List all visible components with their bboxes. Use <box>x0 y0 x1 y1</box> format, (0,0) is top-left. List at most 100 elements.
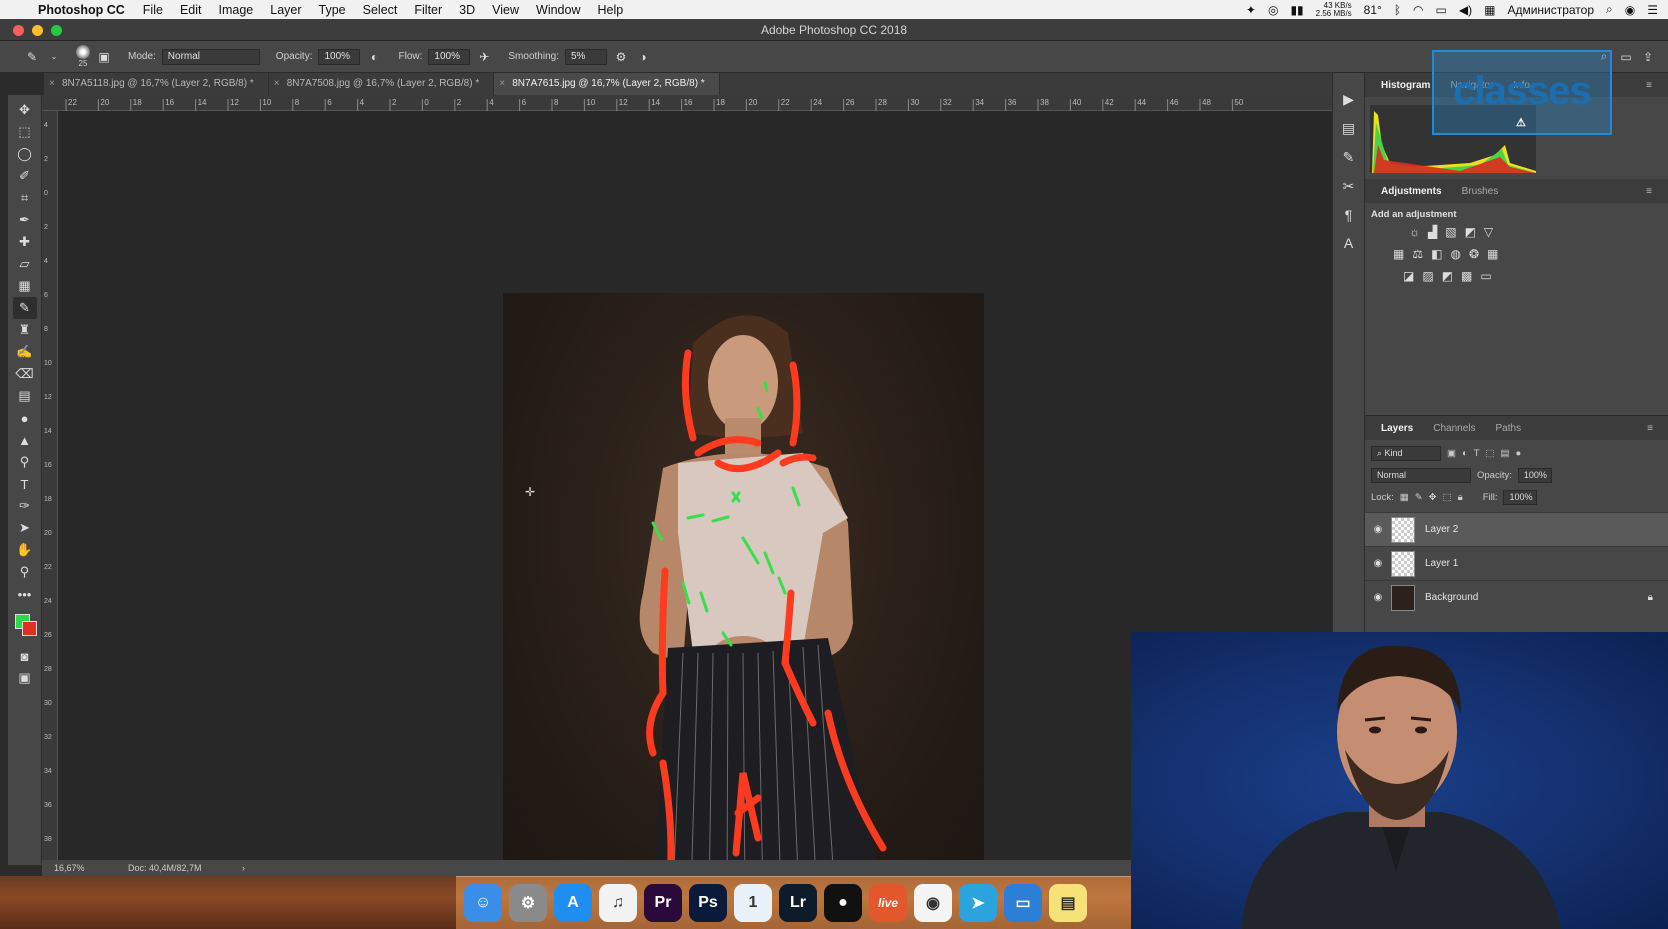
hand-tool-icon[interactable]: ✋ <box>13 539 37 561</box>
marquee-tool-icon[interactable]: ⬚ <box>13 121 37 143</box>
menu-file[interactable]: File <box>143 3 163 17</box>
more-tools-icon[interactable]: ••• <box>13 583 37 605</box>
bluetooth-icon[interactable]: ᛒ <box>1394 3 1401 17</box>
siri-icon[interactable]: ◉ <box>1625 3 1635 17</box>
layer-name[interactable]: Layer 2 <box>1425 524 1458 535</box>
lock-position-icon[interactable]: ✥ <box>1429 492 1437 503</box>
quick-mask-icon[interactable]: ◙ <box>13 645 37 667</box>
menu-3d[interactable]: 3D <box>459 3 475 17</box>
onepassword-icon[interactable]: 1 <box>734 884 772 922</box>
pressure-size-icon[interactable]: ◑ <box>635 49 651 65</box>
gradient-tool-icon[interactable]: ▤ <box>13 385 37 407</box>
move-tool-icon[interactable]: ✥ <box>13 99 37 121</box>
opacity-field[interactable]: 100% <box>318 48 361 65</box>
user-name[interactable]: Администратор <box>1507 3 1594 17</box>
levels-icon[interactable]: ▟ <box>1428 225 1437 239</box>
notification-center-icon[interactable]: ☰ <box>1647 3 1658 17</box>
lock-image-icon[interactable]: ✎ <box>1415 492 1423 503</box>
tab-channels[interactable]: Channels <box>1423 423 1485 434</box>
layer-name[interactable]: Background <box>1425 592 1478 603</box>
history-brush-tool-icon[interactable]: ✍ <box>13 341 37 363</box>
menu-app-name[interactable]: Photoshop CC <box>38 3 125 17</box>
tab-layers[interactable]: Layers <box>1371 423 1423 434</box>
tab-document-3[interactable]: × 8N7A7615.jpg @ 16,7% (Layer 2, RGB/8) * <box>494 73 720 95</box>
share-icon[interactable]: ⇪ <box>1640 49 1656 65</box>
gradient-map-icon[interactable]: ▭ <box>1480 269 1491 283</box>
eyedropper-tool-icon[interactable]: ✒ <box>13 209 37 231</box>
curves-icon[interactable]: ▧ <box>1445 225 1456 239</box>
screen-mode-icon[interactable]: ▣ <box>13 667 37 689</box>
battery-monitor-icon[interactable]: ▮▮ <box>1290 3 1303 17</box>
panel-menu-icon[interactable]: ≡ <box>1636 186 1662 197</box>
background-color-swatch[interactable] <box>21 621 37 636</box>
zoom-tool-icon[interactable]: ⚲ <box>13 561 37 583</box>
menu-image[interactable]: Image <box>219 3 254 17</box>
filter-smart-object-icon[interactable]: ▤ <box>1501 448 1510 459</box>
healing-brush-tool-icon[interactable]: ✚ <box>13 231 37 253</box>
channel-mixer-icon[interactable]: ❂ <box>1469 247 1479 261</box>
telegram-icon[interactable]: ➤ <box>959 884 997 922</box>
menu-layer[interactable]: Layer <box>270 3 301 17</box>
notes-icon[interactable]: ▤ <box>1049 884 1087 922</box>
visibility-eye-icon[interactable]: ◉ <box>1365 558 1391 569</box>
brush-settings-icon[interactable]: ▣ <box>96 49 112 65</box>
layer-row-background[interactable]: ◉ Background 🔒︎ <box>1365 580 1668 614</box>
airplay-icon[interactable]: ▭ <box>1436 3 1447 17</box>
close-tab-icon[interactable]: × <box>499 73 505 95</box>
layer-name[interactable]: Layer 1 <box>1425 558 1458 569</box>
filter-type-icon[interactable]: T <box>1474 448 1480 459</box>
layer-lock-icon[interactable]: 🔒︎ <box>1648 592 1653 603</box>
properties-icon[interactable]: ▤ <box>1342 120 1355 137</box>
menu-edit[interactable]: Edit <box>180 3 202 17</box>
itunes-icon[interactable]: ♫ <box>599 884 637 922</box>
close-tab-icon[interactable]: × <box>49 73 55 95</box>
layer-row-layer-2[interactable]: ◉ Layer 2 <box>1365 512 1668 546</box>
lightroom-icon[interactable]: Lr <box>779 884 817 922</box>
filter-shape-icon[interactable]: ⬚ <box>1486 448 1495 459</box>
menu-view[interactable]: View <box>492 3 519 17</box>
color-lookup-icon[interactable]: ▦ <box>1487 247 1498 261</box>
mode-select[interactable]: Normal <box>161 48 260 65</box>
paragraph-icon[interactable]: ¶ <box>1345 207 1353 223</box>
close-tab-icon[interactable]: × <box>274 73 280 95</box>
brush-settings-panel-icon[interactable]: ✎ <box>1343 149 1355 166</box>
black-white-icon[interactable]: ◧ <box>1431 247 1442 261</box>
pen-tool-icon[interactable]: ✑ <box>13 495 37 517</box>
photo-filter-icon[interactable]: ◍ <box>1450 247 1460 261</box>
blur-tool-icon[interactable]: ● <box>13 407 37 429</box>
sharpen-tool-icon[interactable]: ▲ <box>13 429 37 451</box>
panel-menu-icon[interactable]: ≡ <box>1637 423 1663 434</box>
chrome-icon[interactable]: ◉ <box>914 884 952 922</box>
doc-size[interactable]: Doc: 40,4M/82,7M <box>128 860 202 876</box>
filter-toggle-icon[interactable]: ● <box>1516 448 1522 459</box>
layer-kind-filter[interactable]: ⌕ Kind <box>1371 445 1441 461</box>
lock-artboard-icon[interactable]: ⬚ <box>1443 492 1452 503</box>
keynote-icon[interactable]: ▭ <box>1004 884 1042 922</box>
layer-opacity-field[interactable]: 100% <box>1517 467 1552 483</box>
finder-icon[interactable]: ☺ <box>464 884 502 922</box>
path-selection-tool-icon[interactable]: ➤ <box>13 517 37 539</box>
posterize-icon[interactable]: ▨ <box>1422 269 1433 283</box>
creative-cloud-icon[interactable]: ◎ <box>1268 3 1278 17</box>
blend-mode-select[interactable]: Normal <box>1371 467 1471 483</box>
visibility-eye-icon[interactable]: ◉ <box>1365 592 1391 603</box>
minimize-window-button[interactable] <box>32 25 43 36</box>
tab-paths[interactable]: Paths <box>1486 423 1532 434</box>
smoothing-field[interactable]: 5% <box>564 48 607 65</box>
app-store-icon[interactable]: A <box>554 884 592 922</box>
wifi-icon[interactable]: ◠ <box>1413 3 1423 17</box>
keyboard-icon[interactable]: ▦ <box>1484 3 1495 17</box>
ruler-tool-icon[interactable]: ▱ <box>13 253 37 275</box>
character-icon[interactable]: A <box>1344 235 1353 251</box>
vibrance-icon[interactable]: ▽ <box>1484 225 1493 239</box>
volume-icon[interactable]: ◀) <box>1459 3 1472 17</box>
document-image[interactable] <box>503 293 984 895</box>
clone-stamp-tool-icon[interactable]: ♜ <box>13 319 37 341</box>
lock-all-icon[interactable]: 🔒︎ <box>1458 492 1463 503</box>
tools-preset-icon[interactable]: ✂ <box>1343 178 1355 195</box>
menu-window[interactable]: Window <box>536 3 580 17</box>
menu-help[interactable]: Help <box>598 3 624 17</box>
spotlight-icon[interactable]: ⌕ <box>1606 2 1613 17</box>
status-menu-chevron-icon[interactable]: › <box>242 860 245 876</box>
tab-brushes[interactable]: Brushes <box>1452 186 1509 197</box>
